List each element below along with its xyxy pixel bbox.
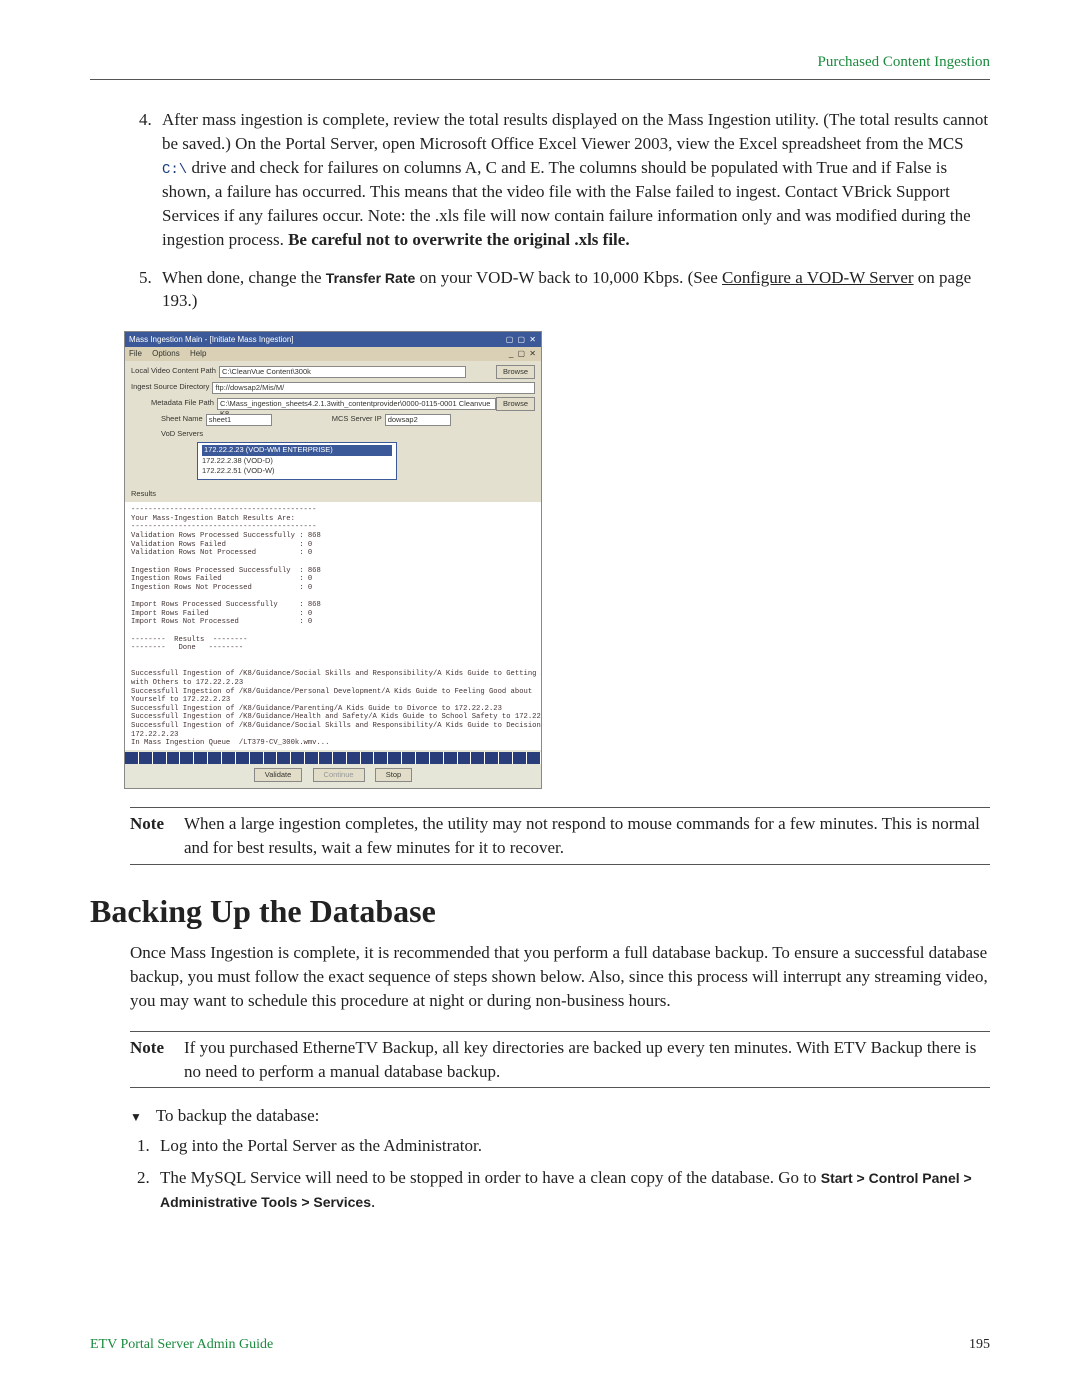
footer-page-number: 195 — [969, 1335, 990, 1355]
backup-steps: Log into the Portal Server as the Admini… — [130, 1134, 990, 1213]
backup-step-1: Log into the Portal Server as the Admini… — [154, 1134, 990, 1158]
step-4-text-bold: Be careful not to overwrite the original… — [288, 230, 630, 249]
note1-rule-top — [130, 807, 990, 808]
window-titlebar: Mass Ingestion Main - [Initiate Mass Ing… — [125, 332, 541, 347]
ingest-source-input[interactable]: ftp://dowsap2/Mis/M/ — [212, 382, 535, 394]
mcs-server-input[interactable]: dowsap2 — [385, 414, 451, 426]
bottom-button-row: Validate Continue Stop — [125, 764, 541, 788]
transfer-rate-label: Transfer Rate — [326, 270, 415, 286]
browse-button-2[interactable]: Browse — [496, 397, 535, 411]
step-5-text-mid: on your VOD-W back to 10,000 Kbps. (See — [415, 268, 722, 287]
vod-server-option-2[interactable]: 172.22.2.51 (VOD-W) — [202, 466, 392, 477]
page-footer: ETV Portal Server Admin Guide 195 — [90, 1335, 990, 1355]
note1-rule-bottom — [130, 864, 990, 865]
section-heading: Backing Up the Database — [90, 889, 990, 934]
menu-bar: File Options Help _ ▢ ✕ — [125, 347, 541, 360]
note2-label: Note — [130, 1036, 184, 1084]
window-controls-sub[interactable]: _ ▢ ✕ — [509, 348, 537, 359]
note2-rule-bottom — [130, 1087, 990, 1088]
menu-help[interactable]: Help — [190, 349, 206, 358]
window-title: Mass Ingestion Main - [Initiate Mass Ing… — [129, 334, 294, 345]
ingest-source-label: Ingest Source Directory — [131, 382, 209, 393]
window-controls-top[interactable]: ▢ ▢ ✕ — [506, 334, 537, 345]
step-4-text-pre: After mass ingestion is complete, review… — [162, 110, 988, 153]
procedure-lead-text: To backup the database: — [156, 1106, 320, 1125]
backup-step-2-pre: The MySQL Service will need to be stoppe… — [160, 1168, 821, 1187]
note2-body: If you purchased EtherneTV Backup, all k… — [184, 1036, 990, 1084]
metadata-path-input[interactable]: C:\Mass_ingestion_sheets4.2.1.3with_cont… — [217, 398, 496, 410]
vod-server-selected[interactable]: 172.22.2.23 (VOD-WM ENTERPRISE) — [202, 445, 392, 456]
footer-title: ETV Portal Server Admin Guide — [90, 1335, 273, 1355]
vod-servers-label: VoD Servers — [161, 429, 203, 440]
local-video-input[interactable]: C:\CleanVue Content\300k — [219, 366, 466, 378]
mcs-server-label: MCS Server IP — [332, 414, 382, 425]
progress-bar — [125, 752, 541, 764]
sheet-name-input[interactable]: sheet1 — [206, 414, 272, 426]
note-2: Note If you purchased EtherneTV Backup, … — [130, 1036, 990, 1084]
c-drive-path: C:\ — [162, 162, 187, 178]
step-5: When done, change the Transfer Rate on y… — [156, 266, 990, 314]
header-rule — [90, 79, 990, 80]
vod-servers-listbox[interactable]: 172.22.2.23 (VOD-WM ENTERPRISE) 172.22.2… — [197, 442, 397, 480]
continue-button[interactable]: Continue — [313, 768, 365, 782]
note2-rule-top — [130, 1031, 990, 1032]
step-5-text-pre: When done, change the — [162, 268, 326, 287]
stop-button[interactable]: Stop — [375, 768, 412, 782]
browse-button-1[interactable]: Browse — [496, 365, 535, 379]
note1-body: When a large ingestion completes, the ut… — [184, 812, 990, 860]
menu-file[interactable]: File — [129, 349, 142, 358]
validate-button[interactable]: Validate — [254, 768, 303, 782]
main-ordered-list: After mass ingestion is complete, review… — [130, 108, 990, 313]
backup-step-2: The MySQL Service will need to be stoppe… — [154, 1166, 990, 1214]
ingestion-form: Local Video Content Path C:\CleanVue Con… — [125, 361, 541, 486]
mass-ingestion-screenshot: Mass Ingestion Main - [Initiate Mass Ing… — [124, 331, 542, 789]
note1-label: Note — [130, 812, 184, 860]
results-header: Results — [125, 486, 541, 503]
local-video-label: Local Video Content Path — [131, 366, 216, 377]
configure-vodw-link[interactable]: Configure a VOD-W Server — [722, 268, 914, 287]
note-1: Note When a large ingestion completes, t… — [130, 812, 990, 860]
vod-server-option-1[interactable]: 172.22.2.38 (VOD-D) — [202, 456, 392, 467]
procedure-lead: ▼ To backup the database: — [130, 1104, 990, 1128]
backup-intro-para: Once Mass Ingestion is complete, it is r… — [130, 941, 990, 1012]
backup-step-2-post: . — [371, 1192, 375, 1211]
header-topic: Purchased Content Ingestion — [90, 52, 990, 73]
results-console: ----------------------------------------… — [125, 502, 541, 750]
step-4: After mass ingestion is complete, review… — [156, 108, 990, 252]
metadata-path-label: Metadata File Path — [151, 398, 214, 409]
menu-options[interactable]: Options — [152, 349, 180, 358]
triangle-icon: ▼ — [130, 1109, 142, 1126]
sheet-name-label: Sheet Name — [161, 414, 203, 425]
